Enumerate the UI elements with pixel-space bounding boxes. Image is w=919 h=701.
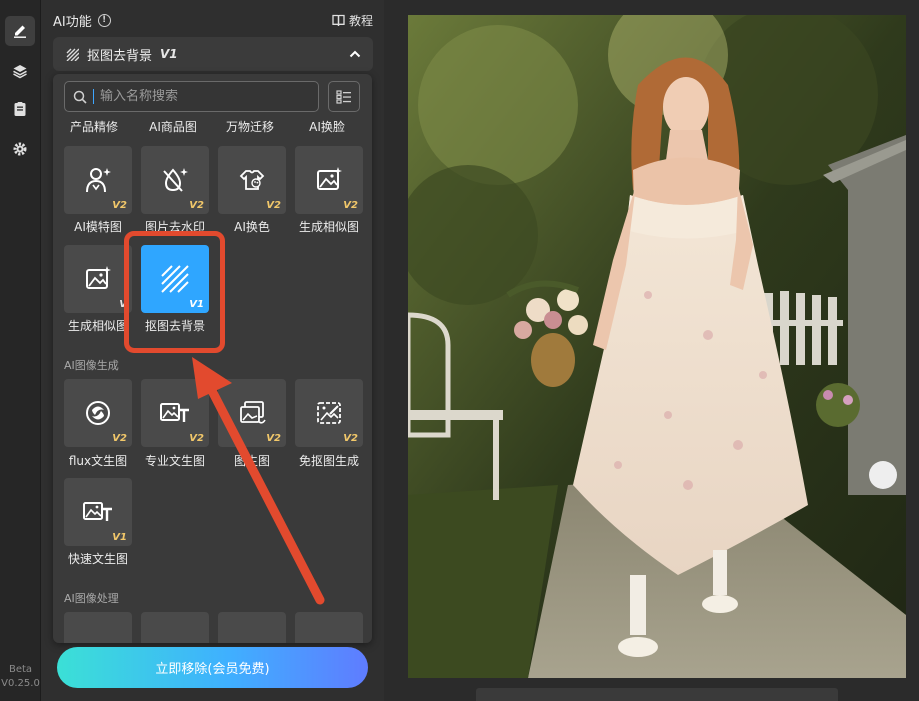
list-view-icon[interactable] <box>328 81 360 112</box>
fast-text-to-image-icon <box>83 502 112 521</box>
tool-fast-text-to-image[interactable]: V1 <box>64 478 132 546</box>
tool-rail: Beta V0.25.0 <box>0 0 41 701</box>
tool-label[interactable]: AI商品图 <box>133 118 213 135</box>
search-input[interactable] <box>100 89 310 104</box>
beta-label: Beta <box>8 664 33 675</box>
tool-processing-2[interactable] <box>141 612 209 643</box>
tool-watermark-remove[interactable]: V2 <box>141 146 209 214</box>
tool-flux-text-to-image[interactable]: V2 <box>64 379 132 447</box>
tool-label[interactable]: 万物迁移 <box>210 118 290 135</box>
edit-icon[interactable] <box>5 16 35 46</box>
cutout-icon <box>66 48 79 61</box>
tutorial-label: 教程 <box>348 13 373 28</box>
version-badge: V2 <box>266 200 281 211</box>
canvas-toolbar[interactable] <box>476 688 838 701</box>
version-badge: V1 <box>112 532 127 543</box>
tool-label[interactable]: AI模特图 <box>58 218 138 235</box>
layers-icon[interactable] <box>5 56 35 86</box>
tool-label[interactable]: 产品精修 <box>54 118 134 135</box>
version-badge: V2 <box>189 200 204 211</box>
selected-tool-label: 抠图去背景 <box>87 48 153 64</box>
tool-ai-model[interactable]: V2 <box>64 146 132 214</box>
version-badge: V2 <box>343 433 358 444</box>
tool-label[interactable]: AI换色 <box>212 218 292 235</box>
version-label: V0.25.0 <box>1 678 40 689</box>
category-ai-processing: AI图像处理 <box>64 592 119 605</box>
tool-label[interactable]: 快速文生图 <box>58 550 138 567</box>
selected-tool-version: V1 <box>160 47 178 61</box>
tool-label[interactable]: 生成相似图 <box>289 218 369 235</box>
watermark-remove-icon <box>163 168 188 192</box>
model-icon <box>86 168 111 193</box>
category-ai-generation: AI图像生成 <box>64 359 119 372</box>
similar-image-icon <box>86 266 111 289</box>
tool-label[interactable]: flux文生图 <box>58 452 138 469</box>
settings-icon[interactable] <box>5 134 35 164</box>
tool-processing-3[interactable] <box>218 612 286 643</box>
canvas-area <box>384 0 919 701</box>
tutorial-link[interactable]: 教程 <box>332 12 373 29</box>
panel-title: AI功能 <box>53 14 92 30</box>
tool-processing-4[interactable] <box>295 612 363 643</box>
version-badge: V2 <box>112 433 127 444</box>
tool-selector[interactable]: 抠图去背景 V1 <box>53 37 373 71</box>
highlight-box <box>124 231 225 353</box>
book-icon <box>332 14 345 26</box>
tool-label[interactable]: AI换脸 <box>287 118 367 135</box>
version-badge: V2 <box>343 200 358 211</box>
flux-icon <box>86 401 110 425</box>
color-change-icon <box>239 170 265 190</box>
clipboard-icon[interactable] <box>5 94 35 124</box>
info-icon[interactable]: ! <box>97 13 111 27</box>
tool-similar-image[interactable]: V2 <box>295 146 363 214</box>
similar-image-icon <box>317 167 342 190</box>
tool-processing-1[interactable] <box>64 612 132 643</box>
remove-now-button[interactable]: 立即移除(会员免费) <box>57 647 368 688</box>
chevron-up-icon[interactable] <box>349 50 361 58</box>
canvas-image[interactable] <box>408 15 906 678</box>
version-badge: V2 <box>112 200 127 211</box>
panel-header: AI功能 ! 教程 <box>53 10 373 30</box>
search-box[interactable] <box>64 81 319 112</box>
tool-similar-image-v1[interactable]: V <box>64 245 132 313</box>
tool-ai-color-change[interactable]: V2 <box>218 146 286 214</box>
annotation-arrow <box>192 357 325 605</box>
search-icon <box>73 90 87 104</box>
